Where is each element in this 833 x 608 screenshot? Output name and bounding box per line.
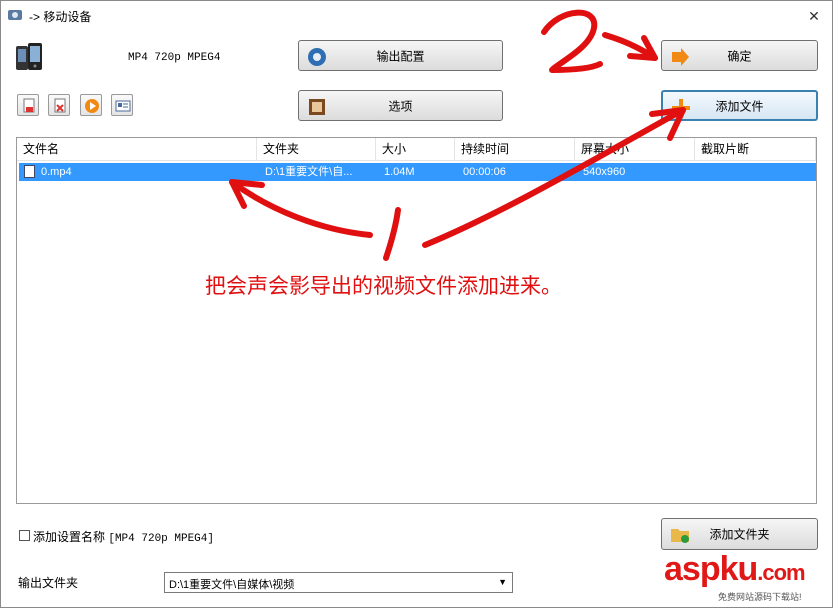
site-watermark: aspku.com 免费网站源码下载站! [660, 548, 833, 608]
annotation-mark-2 [541, 9, 603, 73]
watermark-brand: aspku [664, 550, 758, 588]
watermark-suffix: .com [757, 560, 805, 585]
annotation-layer [229, 9, 686, 261]
annotation-text: 把会声会影导出的视频文件添加进来。 [205, 275, 562, 298]
annotation-arrow-to-file [229, 179, 373, 238]
annotation-arrow-to-add-file [422, 107, 686, 248]
watermark-tagline: 免费网站源码下载站! [718, 592, 802, 602]
watermark-logo: aspku.com [664, 550, 806, 589]
annotation-mark-1 [383, 207, 401, 261]
